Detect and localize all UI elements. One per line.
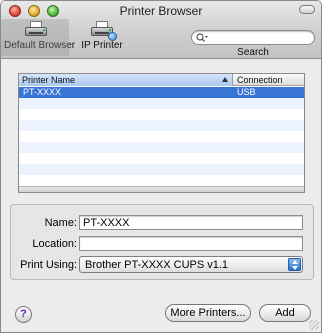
empty-row — [19, 153, 304, 164]
location-field[interactable] — [79, 236, 303, 251]
window-title: Printer Browser — [119, 4, 203, 18]
printer-browser-window: Printer Browser Default Browser IP Print… — [0, 0, 322, 333]
resize-grip[interactable] — [309, 320, 319, 330]
empty-row — [19, 109, 304, 120]
sort-ascending-icon — [222, 77, 228, 82]
printer-details-panel: Name: Location: Print Using: Brother PT-… — [10, 204, 314, 280]
table-rows: PT-XXXX USB — [19, 87, 304, 186]
name-label: Name: — [44, 217, 77, 229]
network-printer-icon — [90, 21, 117, 41]
column-header-printer-name-label: Printer Name — [22, 75, 76, 85]
column-header-connection[interactable]: Connection — [234, 74, 304, 86]
printer-name-cell: PT-XXXX — [23, 87, 62, 97]
toolbar-default-browser[interactable]: Default Browser — [1, 19, 76, 56]
toolbar-default-browser-label: Default Browser — [4, 40, 76, 51]
empty-row — [19, 142, 304, 153]
printer-table[interactable]: Printer Name Connection PT-XXXX USB — [18, 73, 305, 193]
empty-row — [19, 164, 304, 175]
add-button[interactable]: Add — [259, 304, 311, 322]
connection-cell: USB — [237, 87, 256, 97]
name-field[interactable] — [79, 215, 303, 230]
toolbar-ip-printer[interactable]: IP Printer — [79, 21, 125, 51]
empty-row — [19, 120, 304, 131]
column-header-printer-name[interactable]: Printer Name — [19, 74, 233, 86]
horizontal-scrollbar[interactable] — [19, 186, 304, 192]
popup-arrows-icon — [288, 258, 301, 271]
print-using-value: Brother PT-XXXX CUPS v1.1 — [85, 259, 229, 271]
empty-row — [19, 175, 304, 186]
location-label: Location: — [32, 238, 77, 250]
printer-icon — [24, 21, 48, 38]
toolbar-toggle-button[interactable] — [299, 5, 315, 14]
search-field[interactable] — [191, 30, 315, 45]
empty-row — [19, 98, 304, 109]
search-label: Search — [237, 47, 269, 58]
table-header: Printer Name Connection — [19, 74, 304, 86]
print-using-label: Print Using: — [20, 259, 77, 271]
toolbar-ip-printer-label: IP Printer — [81, 40, 123, 51]
print-using-select[interactable]: Brother PT-XXXX CUPS v1.1 — [79, 256, 303, 273]
title-toolbar: Printer Browser Default Browser IP Print… — [1, 1, 321, 59]
search-input[interactable] — [210, 32, 310, 43]
more-printers-button[interactable]: More Printers... — [165, 304, 251, 322]
table-row[interactable]: PT-XXXX USB — [19, 87, 304, 98]
search-icon — [196, 33, 208, 42]
empty-row — [19, 131, 304, 142]
help-button[interactable]: ? — [15, 306, 32, 323]
